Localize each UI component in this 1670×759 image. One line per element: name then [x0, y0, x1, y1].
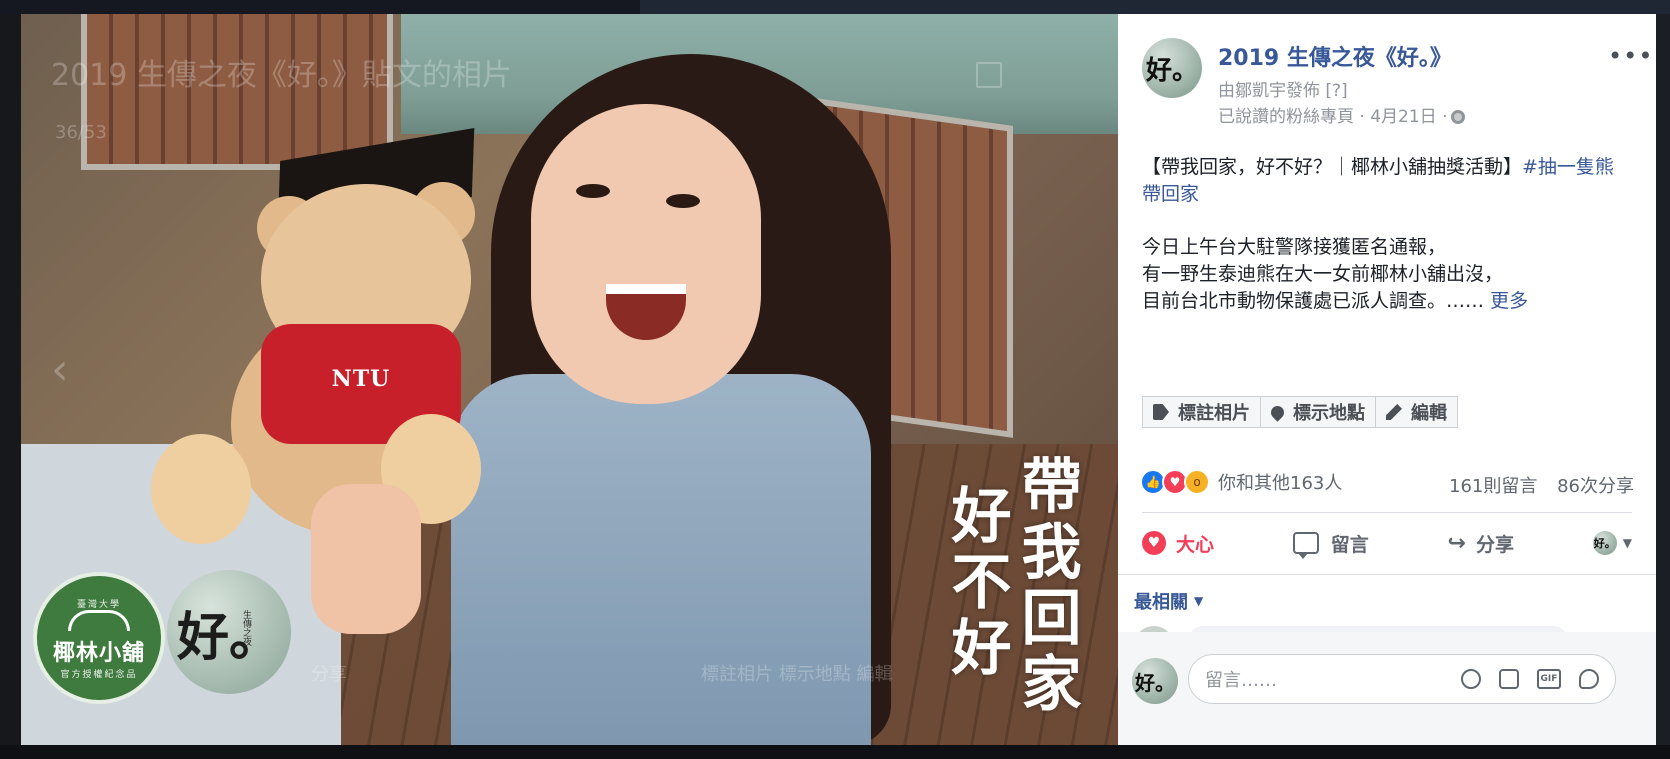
photo-overlay-title: 2019 生傳之夜《好。》貼文的相片 — [51, 58, 512, 93]
love-button[interactable]: ♥ 大心 — [1142, 530, 1214, 557]
comment-placeholder: 留言…… — [1205, 670, 1277, 691]
tag-photo-button[interactable]: 標註相片 — [1142, 396, 1261, 428]
post-body-line-2: 有一野生泰迪熊在大一女前椰林小舖出沒， — [1142, 263, 1504, 285]
tag-location-label: 標示地點 — [1293, 403, 1365, 424]
tag-location-button[interactable]: 標示地點 — [1261, 396, 1376, 428]
globe-icon — [1451, 110, 1466, 124]
post-action-bar: ♥ 大心 留言 ↪ 分享 好。 ▼ — [1142, 514, 1632, 572]
page-avatar[interactable]: 好。 — [1142, 38, 1202, 98]
logo-bottom-text: 官方授權紀念品 — [60, 669, 138, 680]
expand-icon[interactable] — [976, 62, 1002, 88]
love-label: 大心 — [1176, 533, 1215, 556]
posted-by: 由鄒凱宇發佈 [?] — [1218, 81, 1348, 101]
reaction-summary[interactable]: 👍 ♥ o 你和其他163人 — [1140, 469, 1342, 495]
tag-icon — [1153, 404, 1169, 420]
post-headline: 【帶我回家，好不好？｜椰林小舖抽獎活動】#抽一隻熊帶回家 — [1142, 154, 1632, 208]
post-body-line-1: 今日上午台大駐警隊接獲匿名通報， — [1142, 236, 1447, 258]
bear-foot-left — [151, 434, 251, 544]
see-more-link[interactable]: 更多 — [1490, 290, 1528, 312]
comment-button[interactable]: 留言 — [1292, 530, 1369, 559]
comment-icon — [1292, 532, 1319, 559]
comment-sort-dropdown[interactable]: 最相關 ▼ — [1134, 588, 1203, 614]
edit-label: 編輯 — [1411, 403, 1447, 424]
good-night-logo: 生傳之夜 好。 — [167, 570, 291, 694]
logo-char: 好。 — [176, 606, 281, 668]
comment-input[interactable]: 留言…… GIF — [1188, 654, 1616, 704]
comment-composer: 好。 留言…… GIF — [1118, 632, 1656, 745]
post-text: 【帶我回家，好不好？｜椰林小舖抽獎活動】#抽一隻熊帶回家 今日上午台大駐警隊接獲… — [1142, 154, 1632, 315]
share-button[interactable]: ↪ 分享 — [1448, 530, 1514, 557]
comment-label: 留言 — [1330, 533, 1369, 556]
share-icon: ↪ — [1447, 530, 1466, 556]
post-meta-text: 已說讚的粉絲專頁 · 4月21日 · — [1218, 107, 1448, 127]
reaction-identity-picker[interactable]: 好。 ▼ — [1592, 531, 1632, 555]
photo-face — [531, 104, 761, 404]
gif-icon[interactable]: GIF — [1537, 669, 1561, 689]
overlay-right-edge — [1656, 14, 1670, 745]
photo-caption-line-1: 帶我回家 — [1011, 454, 1081, 718]
share-count-link[interactable]: 86次分享 — [1557, 476, 1634, 497]
post-body-line-3-wrap: 目前台北市動物保護處已派人調查。…… 更多 — [1142, 288, 1632, 315]
identity-avatar: 好。 — [1592, 531, 1617, 555]
arch-icon — [68, 609, 130, 631]
previous-photo-icon[interactable]: ‹ — [51, 344, 69, 395]
top-navigation-bar — [0, 0, 1670, 14]
overlay-bottom-edge — [0, 745, 1670, 759]
share-label: 分享 — [1475, 533, 1514, 556]
engagement-counts: 161則留言 86次分享 — [1449, 472, 1634, 498]
post-title-text: 【帶我回家，好不好？｜椰林小舖抽獎活動】 — [1142, 156, 1523, 178]
my-avatar: 好。 — [1132, 658, 1178, 704]
pencil-icon — [1386, 404, 1402, 420]
logo-side-text: 生傳之夜 — [241, 610, 251, 646]
photo-jacket — [451, 374, 871, 745]
sticker-icon[interactable] — [1579, 669, 1599, 689]
logo-top-text: 臺灣大學 — [76, 599, 121, 610]
caret-down-icon: ▼ — [1194, 594, 1204, 608]
photo-caption-line-2: 好不好 — [941, 484, 1011, 682]
emoji-icon[interactable] — [1461, 669, 1481, 689]
page-name-link[interactable]: 2019 生傳之夜《好。》 — [1218, 40, 1452, 72]
camera-icon[interactable] — [1499, 669, 1519, 689]
caret-down-icon: ▼ — [1622, 536, 1632, 550]
location-pin-icon — [1268, 402, 1287, 422]
more-options-icon[interactable]: ••• — [1608, 42, 1653, 70]
post-body-line-3: 目前台北市動物保護處已派人調查。…… — [1142, 290, 1485, 312]
comment-sort-label: 最相關 — [1134, 592, 1188, 613]
post-photo[interactable]: NTU 帶我回家 好不好 臺灣大學 椰林小舖 官方授權紀念品 生傳之夜 好。 2… — [21, 14, 1118, 745]
photo-counter: 36/53 — [55, 122, 107, 143]
photo-hand — [311, 484, 421, 634]
photo-eye-right — [666, 194, 700, 208]
logo-name: 椰林小舖 — [52, 640, 145, 666]
photo-action-buttons: 標註相片 標示地點 編輯 — [1142, 396, 1458, 428]
photo-overlay-share-link[interactable]: 分享 — [311, 660, 347, 686]
overlay-left-edge — [0, 14, 21, 745]
comment-count-link[interactable]: 161則留言 — [1449, 476, 1537, 497]
post-detail-panel: 好。 2019 生傳之夜《好。》 由鄒凱宇發佈 [?] 已說讚的粉絲專頁 · 4… — [1118, 14, 1656, 745]
photo-eye-left — [576, 184, 610, 198]
coconut-shop-logo: 臺灣大學 椰林小舖 官方授權紀念品 — [33, 572, 165, 704]
tag-photo-label: 標註相片 — [1178, 403, 1250, 424]
composer-tools: GIF — [1443, 669, 1599, 689]
reaction-count: 你和其他163人 — [1218, 473, 1343, 494]
edit-button[interactable]: 編輯 — [1376, 396, 1458, 428]
wow-reaction-icon: o — [1184, 469, 1210, 495]
divider — [1118, 574, 1656, 575]
post-meta: 已說讚的粉絲專頁 · 4月21日 · — [1218, 102, 1466, 127]
photo-overlay-actions[interactable]: 標註相片 標示地點 編輯 — [701, 660, 892, 686]
divider — [1142, 512, 1632, 513]
heart-icon: ♥ — [1142, 531, 1166, 555]
